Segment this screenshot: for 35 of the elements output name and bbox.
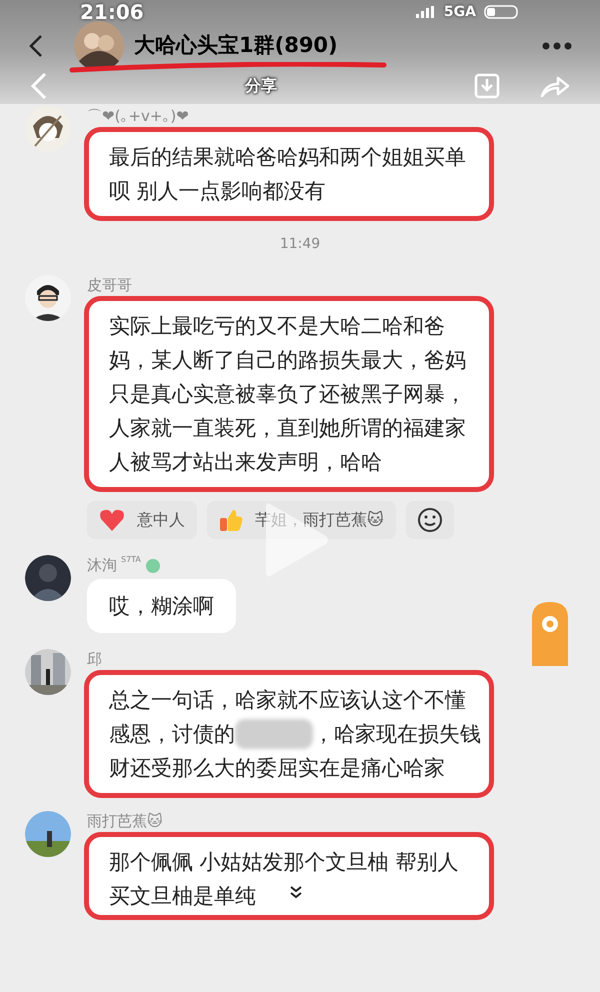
user-avatar [25,811,71,857]
heart-icon [99,508,125,532]
message-time: 11:49 [280,235,320,254]
badge-icon [144,558,161,574]
reaction-chip[interactable]: 芊姐，雨打芭蕉🐱 [207,501,396,539]
message-bubble: 那个佩佩 小姑姑发那个文旦柚 帮别人买文旦柚是单纯 [87,835,491,917]
sender-name: 雨打芭蕉🐱 [87,811,163,831]
user-avatar [25,555,71,601]
status-time: 21:06 [80,2,144,22]
sender-name: 皮哥哥 [87,275,132,295]
user-avatar [25,649,71,695]
more-icon[interactable] [542,42,572,50]
message-text: 财还受那么大的委屈实在是痛心哈家 [109,755,445,782]
reaction-chip[interactable]: 意中人 [87,501,197,539]
smiley-icon [416,507,443,533]
message-bubble: 哎，糊涂啊 [87,579,236,633]
sender-name: 邱 [87,649,102,669]
signal-icon [416,6,436,18]
sender-name: ⌒❤(｡+v+｡)❤ [87,106,189,126]
message-text: 总之一句话，哈家就不应该认这个不懂 [109,687,466,714]
message-text: 感恩，讨债的 [109,721,235,748]
user-avatar [25,275,71,321]
add-reaction-button[interactable] [406,501,454,539]
thumbs-up-icon [219,508,243,532]
double-chevron-icon [289,885,303,899]
share-title: 分享 [245,75,277,97]
group-title: 大哈心头宝1群(890) [134,32,338,60]
message-text: ，哈家现在损失钱 [313,721,481,748]
network-label: 5GA [444,5,476,19]
message-bubble: 最后的结果就哈爸哈妈和两个姐姐买单呗 别人一点影响都没有 [87,130,491,218]
battery-icon [484,5,520,19]
sender-tag: S7TA [121,555,141,565]
sender-name: 沐洵 [87,555,117,575]
message-bubble: 实际上最吃亏的又不是大哈二哈和爸妈，某人断了自己的路损失最大，爸妈只是真心实意被辜负了还被黑子网暴，人家就一直装死，直到她所谓的福建家人被骂才站出来发声明，哈哈 [87,299,491,489]
back-icon[interactable] [28,34,44,58]
